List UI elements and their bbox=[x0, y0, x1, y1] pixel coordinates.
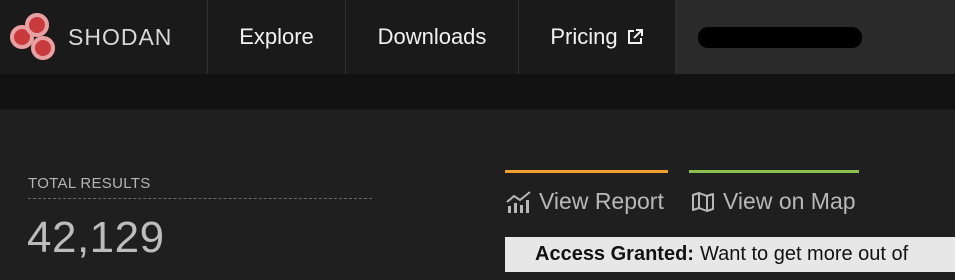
total-results-value: 42,129 bbox=[27, 213, 165, 262]
redacted-account-name bbox=[698, 27, 862, 48]
nav-downloads-link[interactable]: Downloads bbox=[346, 0, 519, 74]
view-report-label: View Report bbox=[539, 188, 664, 214]
view-map-label: View on Map bbox=[723, 188, 856, 214]
sub-navigation-bar bbox=[0, 74, 955, 110]
results-content: TOTAL RESULTS 42,129 View Report View on… bbox=[0, 110, 955, 280]
brand-home-link[interactable]: SHODAN bbox=[0, 0, 208, 74]
account-menu[interactable] bbox=[676, 0, 955, 74]
nav-pricing-label: Pricing bbox=[550, 24, 618, 49]
shodan-logo-icon bbox=[10, 13, 64, 61]
brand-name: SHODAN bbox=[68, 23, 173, 50]
access-granted-banner: Access Granted: Want to get more out of bbox=[505, 237, 955, 272]
view-map-tab[interactable]: View on Map bbox=[689, 170, 859, 218]
top-navigation-bar: SHODAN Explore Downloads Pricing bbox=[0, 0, 955, 74]
external-link-icon bbox=[627, 29, 643, 44]
nav-pricing-link[interactable]: Pricing bbox=[519, 0, 676, 74]
total-results-label: TOTAL RESULTS bbox=[28, 175, 151, 192]
chart-icon bbox=[506, 190, 531, 213]
access-granted-strong: Access Granted: bbox=[535, 243, 694, 265]
nav-explore-link[interactable]: Explore bbox=[208, 0, 346, 74]
view-report-tab[interactable]: View Report bbox=[505, 170, 668, 218]
map-icon bbox=[692, 191, 714, 212]
access-granted-text: Want to get more out of bbox=[699, 243, 909, 265]
total-results-divider bbox=[28, 198, 372, 199]
